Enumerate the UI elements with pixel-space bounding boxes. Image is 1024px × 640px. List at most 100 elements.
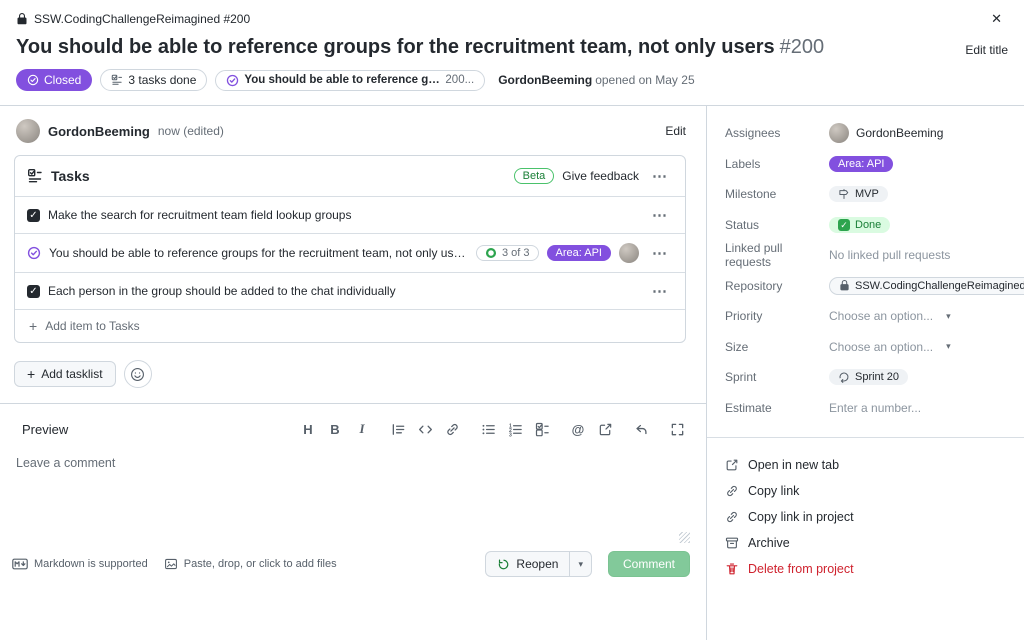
task-menu-button[interactable]: ⋯: [647, 244, 673, 262]
issue-closed-icon: [27, 246, 41, 260]
archive-icon: [725, 536, 739, 550]
quote-icon[interactable]: [389, 420, 407, 438]
field-label: Milestone: [725, 187, 829, 201]
field-label: Repository: [725, 279, 829, 293]
size-select[interactable]: Choose an option...▾: [829, 340, 951, 354]
smiley-icon: [130, 367, 145, 382]
action-label: Copy link: [748, 484, 799, 498]
archive-action[interactable]: Archive: [725, 530, 1024, 556]
italic-icon[interactable]: I: [353, 420, 371, 438]
tasks-done-pill[interactable]: 3 tasks done: [100, 69, 207, 91]
tasklist-actions: + Add tasklist: [0, 343, 706, 403]
label-badge[interactable]: Area: API: [829, 156, 893, 172]
tasks-done-label: 3 tasks done: [128, 73, 196, 87]
tasklist-card: Tasks Beta Give feedback ⋯ ✓ Make the se…: [14, 155, 686, 343]
copy-link-action[interactable]: Copy link: [725, 478, 1024, 504]
task-issue-link[interactable]: You should be able to reference groups f…: [49, 246, 468, 260]
link-icon[interactable]: [443, 420, 461, 438]
sprint-name: Sprint 20: [855, 371, 899, 383]
comment-input[interactable]: [0, 446, 706, 532]
opened-author[interactable]: GordonBeeming: [498, 73, 592, 87]
task-list-icon[interactable]: [533, 420, 551, 438]
add-item-to-tasklist[interactable]: + Add item to Tasks: [15, 309, 685, 342]
close-icon[interactable]: ✕: [985, 9, 1008, 29]
issue-closed-icon: [226, 74, 239, 87]
ordered-list-icon[interactable]: 123: [506, 420, 524, 438]
tasklist-icon: [27, 168, 43, 184]
repository-pill[interactable]: SSW.CodingChallengeReimagined: [829, 277, 1024, 295]
add-item-label: Add item to Tasks: [45, 319, 140, 333]
tasklist-menu-button[interactable]: ⋯: [647, 167, 673, 185]
composer-toolbar-row: Preview H B I: [0, 404, 706, 446]
tracked-in-issue-pill[interactable]: You should be able to reference groups f…: [215, 70, 485, 91]
reopen-label: Reopen: [516, 557, 558, 571]
svg-text:3: 3: [508, 432, 511, 437]
fullscreen-icon[interactable]: [668, 420, 686, 438]
task-issue-title: You should be able to reference groups f…: [49, 246, 468, 260]
reopen-dropdown-button[interactable]: ▾: [569, 552, 591, 576]
comment-header: GordonBeeming now (edited) Edit: [0, 106, 706, 152]
label-badge[interactable]: Area: API: [547, 245, 611, 261]
tasklist-icon: [111, 74, 123, 86]
task-menu-button[interactable]: ⋯: [647, 206, 673, 224]
cross-reference-icon[interactable]: [596, 420, 614, 438]
avatar[interactable]: [16, 119, 40, 143]
reply-icon[interactable]: [632, 420, 650, 438]
task-row: ✓ Each person in the group should be add…: [15, 272, 685, 309]
add-tasklist-button[interactable]: + Add tasklist: [14, 361, 116, 387]
status-badge[interactable]: ✓ Done: [829, 217, 890, 233]
chevron-down-icon: ▾: [578, 559, 583, 570]
task-text: Each person in the group should be added…: [48, 284, 639, 298]
markdown-supported-note[interactable]: Markdown is supported: [12, 556, 148, 572]
meta-row: Closed 3 tasks done You should be able t…: [0, 66, 1024, 106]
lock-icon: [16, 13, 28, 25]
reopen-split-button: Reopen ▾: [485, 551, 592, 577]
emoji-reaction-button[interactable]: [124, 360, 152, 388]
sidebar-field-size: Size Choose an option...▾: [725, 332, 1024, 363]
plus-icon: +: [27, 367, 35, 381]
resize-grip[interactable]: [679, 532, 690, 543]
comment-button[interactable]: Comment: [608, 551, 690, 577]
estimate-input[interactable]: Enter a number...: [829, 401, 921, 415]
give-feedback-link[interactable]: Give feedback: [562, 169, 639, 183]
checkbox-checked-icon[interactable]: ✓: [27, 285, 40, 298]
sprint-pill[interactable]: Sprint 20: [829, 369, 908, 385]
comment-edit-button[interactable]: Edit: [665, 124, 686, 138]
priority-select[interactable]: Choose an option...▾: [829, 309, 951, 323]
heading-icon[interactable]: H: [299, 420, 317, 438]
markdown-supported-label: Markdown is supported: [34, 558, 148, 570]
unordered-list-icon[interactable]: [479, 420, 497, 438]
sidebar-field-repository: Repository SSW.CodingChallengeReimagined: [725, 271, 1024, 302]
bold-icon[interactable]: B: [326, 420, 344, 438]
checkbox-checked-icon[interactable]: ✓: [27, 209, 40, 222]
task-text: Make the search for recruitment team fie…: [48, 208, 639, 222]
milestone-name: MVP: [855, 188, 879, 200]
mention-icon[interactable]: @: [569, 420, 587, 438]
issue-reopened-icon: [497, 558, 510, 571]
delete-from-project-action[interactable]: Delete from project: [725, 556, 1024, 582]
attach-files-button[interactable]: Paste, drop, or click to add files: [164, 557, 337, 571]
edit-title-button[interactable]: Edit title: [965, 36, 1008, 57]
issue-sidebar: Assignees GordonBeeming Labels Area: API…: [707, 106, 1024, 640]
lock-icon: [839, 280, 850, 291]
tracked-issue-number: 200...: [445, 74, 474, 86]
priority-placeholder: Choose an option...: [829, 309, 933, 323]
code-icon[interactable]: [416, 420, 434, 438]
comment-author[interactable]: GordonBeeming: [48, 124, 150, 139]
open-in-new-tab-action[interactable]: Open in new tab: [725, 452, 1024, 478]
field-label: Linked pull requests: [725, 241, 829, 269]
plus-icon: +: [29, 319, 37, 333]
sidebar-field-status: Status ✓ Done: [725, 210, 1024, 241]
milestone-pill[interactable]: MVP: [829, 186, 888, 202]
avatar[interactable]: [619, 243, 639, 263]
task-menu-button[interactable]: ⋯: [647, 282, 673, 300]
attach-files-label: Paste, drop, or click to add files: [184, 558, 337, 570]
copy-link-in-project-action[interactable]: Copy link in project: [725, 504, 1024, 530]
reopen-button[interactable]: Reopen: [486, 552, 569, 576]
avatar: [829, 123, 849, 143]
sidebar-field-estimate: Estimate Enter a number...: [725, 393, 1024, 424]
tab-preview[interactable]: Preview: [22, 422, 68, 437]
assignee-value[interactable]: GordonBeeming: [829, 123, 943, 143]
tasklist-header: Tasks Beta Give feedback ⋯: [15, 156, 685, 196]
state-label: Closed: [44, 73, 81, 87]
